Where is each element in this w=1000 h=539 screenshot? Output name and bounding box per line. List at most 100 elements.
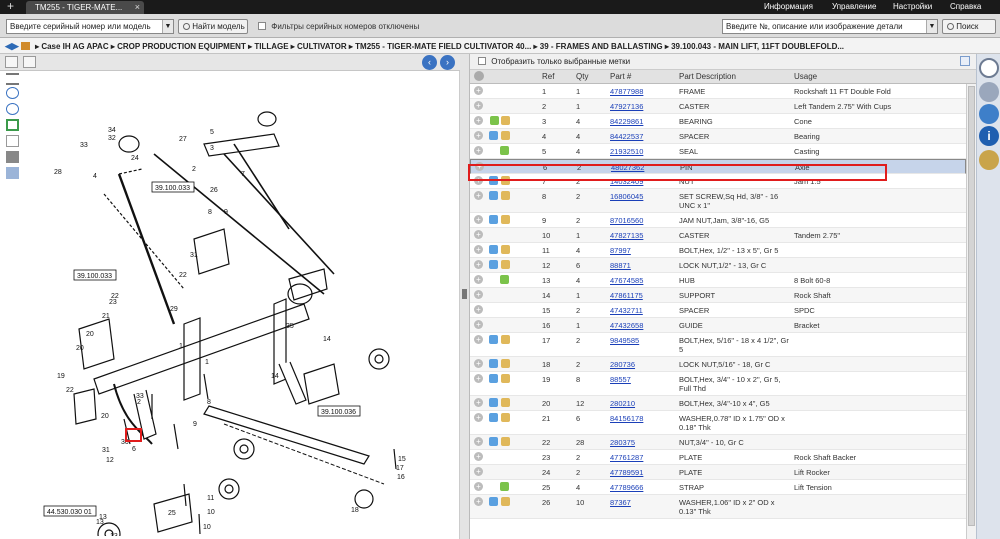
next-page-icon[interactable] [23,56,36,68]
add-to-cart-icon[interactable]: + [474,398,483,407]
scrollbar-thumb[interactable] [968,86,975,526]
add-to-cart-icon[interactable]: + [474,374,483,383]
menu-icon[interactable] [6,73,19,85]
home-icon[interactable] [20,42,30,50]
callout-number[interactable]: 7 [241,171,245,178]
table-row[interactable]: +19 8 88557 BOLT,Hex, 3/4" - 10 x 2", Gr 5,… [470,372,966,396]
document-tab[interactable]: TM255 - TIGER-MATE... × [26,1,144,14]
table-row[interactable]: +18 2 280736 LOCK NUT,5/16" - 18, Gr C [470,357,966,372]
table-row[interactable]: +20 12 280210 BOLT,Hex, 3/4"-10 x 4", G5 [470,396,966,411]
clear-icon[interactable] [6,135,19,147]
add-to-cart-icon[interactable]: + [474,305,483,314]
table-row[interactable]: +7 2 14032409 NUT Jam 1.5" [470,174,966,189]
callout-number[interactable]: 24 [131,155,139,162]
part-number-link[interactable]: 47789591 [610,468,643,477]
callout-number[interactable]: 6 [132,446,136,453]
add-to-cart-icon[interactable]: + [474,191,483,200]
callout-number[interactable]: 10 [207,509,215,516]
callout-number[interactable]: 13 [99,514,107,521]
chevron-down-icon[interactable]: ▼ [926,20,937,33]
people-icon[interactable] [979,150,999,170]
callout-number[interactable]: 20 [76,345,84,352]
kit-icon[interactable] [501,398,510,407]
collapse-arrow-icon[interactable] [462,289,467,299]
add-to-cart-icon[interactable]: + [474,482,483,491]
part-number-link[interactable]: 87367 [610,498,631,507]
part-number-link[interactable]: 280375 [610,438,635,447]
add-to-cart-icon[interactable]: + [474,245,483,254]
search-icon[interactable] [979,58,999,78]
part-number-link[interactable]: 87997 [610,246,631,255]
kit-icon[interactable] [501,245,510,254]
nav-info[interactable]: Информация [764,2,813,11]
find-model-button[interactable]: Найти модель [178,19,248,34]
callout-number[interactable]: 29 [170,306,178,313]
kit-icon[interactable] [501,437,510,446]
part-number-link[interactable]: 47927136 [610,102,643,111]
breadcrumb-item[interactable]: ▸ TILLAGE [248,42,288,51]
settings-icon[interactable] [979,82,999,102]
column-header[interactable]: Ref [542,72,554,81]
search-button[interactable]: Поиск [942,19,996,34]
add-to-cart-icon[interactable]: + [474,275,483,284]
part-number-link[interactable]: 14032409 [610,177,643,186]
table-row[interactable]: +10 1 47827135 CASTER Tandem 2.75" [470,228,966,243]
prev-page-icon[interactable] [5,56,18,68]
table-row[interactable]: +1 1 47877988 FRAME Rockshaft 11 FT Double F… [470,84,966,99]
part-number-link[interactable]: 88871 [610,261,631,270]
add-to-cart-icon[interactable]: + [474,260,483,269]
info-icon[interactable]: i [979,126,999,146]
kit-icon[interactable] [501,374,510,383]
part-number-link[interactable]: 47432711 [610,306,643,315]
replacement-icon[interactable] [490,116,499,125]
part-number-link[interactable]: 47432658 [610,321,643,330]
add-to-cart-icon[interactable]: + [474,176,483,185]
add-to-cart-icon[interactable]: + [474,452,483,461]
kit-icon[interactable] [501,497,510,506]
part-number-link[interactable]: 280210 [610,399,635,408]
part-number-link[interactable]: 47827135 [610,231,643,240]
kit-icon[interactable] [501,413,510,422]
callout-number[interactable]: 34 [108,127,116,134]
part-number-link[interactable]: 87016560 [610,216,643,225]
nav-manage[interactable]: Управление [832,2,876,11]
table-row[interactable]: +22 28 280375 NUT,3/4" - 10, Gr C [470,435,966,450]
callout-number[interactable]: 10 [203,524,211,531]
breadcrumb-item[interactable]: ▸ 39 - FRAMES AND BALLASTING [534,42,663,51]
substitute-icon[interactable] [489,497,498,506]
part-number-link[interactable]: 88557 [610,375,631,384]
callout-number[interactable]: 2 [192,166,196,173]
callout-number[interactable]: 20 [86,331,94,338]
column-header[interactable]: Usage [794,72,817,81]
table-row[interactable]: +13 4 47674585 HUB 8 Bolt 60-8 [470,273,966,288]
zoom-out-icon[interactable] [6,103,19,115]
callout-number[interactable]: 14 [323,336,331,343]
part-number-link[interactable]: 280736 [610,360,635,369]
add-to-cart-icon[interactable]: + [474,146,483,155]
replacement-icon[interactable] [500,146,509,155]
table-row[interactable]: +14 1 47861175 SUPPORT Rock Shaft [470,288,966,303]
callout-number[interactable]: 25 [168,510,176,517]
callout-number[interactable]: 22 [179,272,187,279]
kit-icon[interactable] [501,335,510,344]
add-to-cart-icon[interactable]: + [474,413,483,422]
part-number-link[interactable]: 47761287 [610,453,643,462]
part-number-link[interactable]: 47674585 [610,276,643,285]
callout-number[interactable]: 2 [137,399,141,406]
callout-number[interactable]: 9 [224,209,228,216]
forward-arrow-icon[interactable]: ▶ [12,41,19,51]
export-icon[interactable] [960,56,970,66]
add-to-cart-icon[interactable]: + [474,290,483,299]
part-number-link[interactable]: 48027362 [611,163,644,172]
callout-number[interactable]: 17 [396,465,404,472]
callout-number[interactable]: 27 [179,136,187,143]
callout-number[interactable]: 5 [210,129,214,136]
substitute-icon[interactable] [489,191,498,200]
add-to-cart-icon[interactable]: + [474,437,483,446]
callout-number[interactable]: 1 [179,343,183,350]
table-row[interactable]: +3 4 84229861 BEARING Cone [470,114,966,129]
table-row[interactable]: +8 2 16806045 SET SCREW,Sq Hd, 3/8" - 16 UN… [470,189,966,213]
kit-icon[interactable] [501,260,510,269]
callout-number[interactable]: 8 [207,399,211,406]
breadcrumb-item[interactable]: ▸ CULTIVATOR [291,42,347,51]
